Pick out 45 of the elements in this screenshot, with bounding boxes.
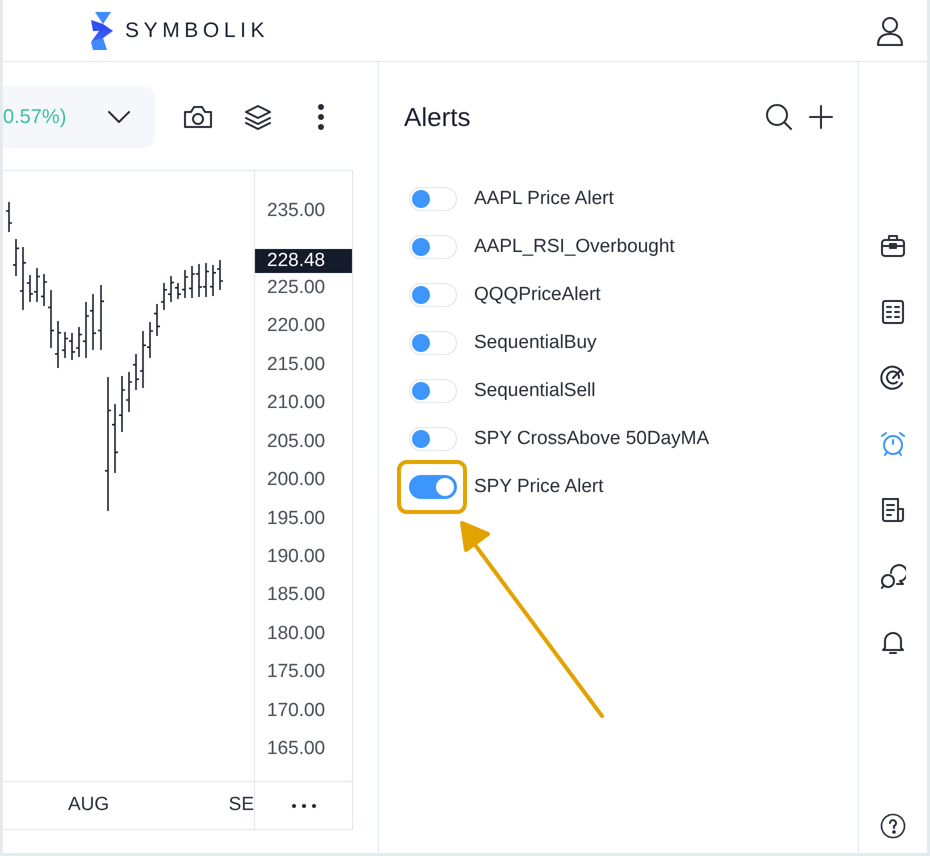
price-label: 190.00 xyxy=(267,546,326,568)
user-icon[interactable] xyxy=(876,16,904,46)
list-icon[interactable] xyxy=(880,299,906,325)
chevron-down-icon xyxy=(108,111,130,123)
price-label: 165.00 xyxy=(267,738,326,760)
alert-name: SequentialSell xyxy=(474,380,596,402)
gauge-icon[interactable] xyxy=(880,365,906,391)
price-label: 220.00 xyxy=(267,315,326,338)
time-label: AUG xyxy=(68,794,110,816)
logo-icon xyxy=(89,12,113,50)
price-label: 170.00 xyxy=(267,700,326,722)
alert-name: QQQPriceAlert xyxy=(474,284,601,306)
price-label: 235.00 xyxy=(267,200,326,222)
price-label: 195.00 xyxy=(267,508,326,530)
bell-icon[interactable] xyxy=(880,629,906,655)
price-label: 180.00 xyxy=(267,622,326,645)
price-label: 175.00 xyxy=(267,661,326,684)
alert-name: AAPL_RSI_Overbought xyxy=(474,236,675,258)
alert-name: SequentialBuy xyxy=(474,332,597,354)
price-label: 205.00 xyxy=(267,430,326,453)
price-label: 225.00 xyxy=(267,277,326,300)
chat-bubbles-icon[interactable] xyxy=(880,563,906,589)
plus-icon[interactable] xyxy=(809,105,833,129)
layers-icon[interactable] xyxy=(244,104,272,130)
price-label: 215.00 xyxy=(267,354,326,376)
price-label: 185.00 xyxy=(267,584,326,606)
price-label: 210.00 xyxy=(267,392,326,414)
alert-name: AAPL Price Alert xyxy=(474,188,614,210)
price-label: 200.00 xyxy=(267,469,326,492)
current-price-label: 228.48 xyxy=(255,248,352,273)
search-icon[interactable] xyxy=(765,103,793,131)
alarm-clock-icon[interactable] xyxy=(880,431,906,457)
newspaper-icon[interactable] xyxy=(880,497,906,523)
symbol-selector[interactable]: 0.57%) xyxy=(3,86,155,148)
toggle-switch[interactable] xyxy=(409,475,457,499)
logo-text: SYMBOLIK xyxy=(125,18,270,42)
help-icon[interactable] xyxy=(880,813,906,839)
panel-title: Alerts xyxy=(404,102,472,132)
more-vertical-icon[interactable] xyxy=(318,104,324,130)
briefcase-icon[interactable] xyxy=(880,233,906,259)
alert-name: SPY CrossAbove 50DayMA xyxy=(474,428,710,450)
camera-icon[interactable] xyxy=(183,105,213,129)
alert-name: SPY Price Alert xyxy=(474,476,604,498)
time-label: SE xyxy=(228,794,254,816)
more-horizontal-icon[interactable] xyxy=(290,802,316,808)
